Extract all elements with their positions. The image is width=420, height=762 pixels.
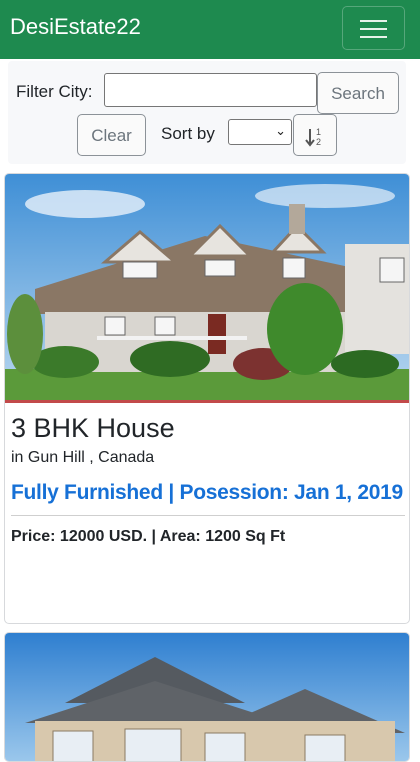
house-photo[interactable] (5, 174, 409, 403)
listing-card[interactable]: 3 BHK House in Gun Hill , Canada Fully F… (4, 173, 410, 624)
listing-title[interactable]: 3 BHK House (11, 413, 175, 444)
house-photo[interactable] (5, 633, 409, 761)
listing-highlight: Fully Furnished | Posession: Jan 1, 2019 (11, 481, 403, 504)
svg-text:2: 2 (316, 137, 321, 147)
sort-order-button[interactable]: 1 2 (293, 114, 337, 156)
svg-text:1: 1 (316, 127, 321, 137)
navbar: DesiEstate22 (0, 0, 420, 59)
sort-label: Sort by (161, 124, 215, 143)
sort-select[interactable]: ⌄ (228, 119, 292, 145)
card-divider (11, 515, 405, 516)
search-button[interactable]: Search (317, 72, 399, 114)
listing-details: Price: 12000 USD. | Area: 1200 Sq Ft (11, 528, 286, 545)
listing-location: in Gun Hill , Canada (11, 449, 155, 466)
chevron-down-icon: ⌄ (275, 123, 286, 138)
menu-toggle-button[interactable] (342, 6, 405, 50)
listing-card[interactable] (4, 632, 410, 762)
brand-logo-text[interactable]: DesiEstate22 (10, 14, 141, 40)
clear-button[interactable]: Clear (77, 114, 146, 156)
city-filter-label: Filter City: (16, 82, 93, 101)
city-filter-input[interactable] (104, 73, 317, 107)
sort-numeric-ascending-icon: 1 2 (305, 127, 321, 147)
